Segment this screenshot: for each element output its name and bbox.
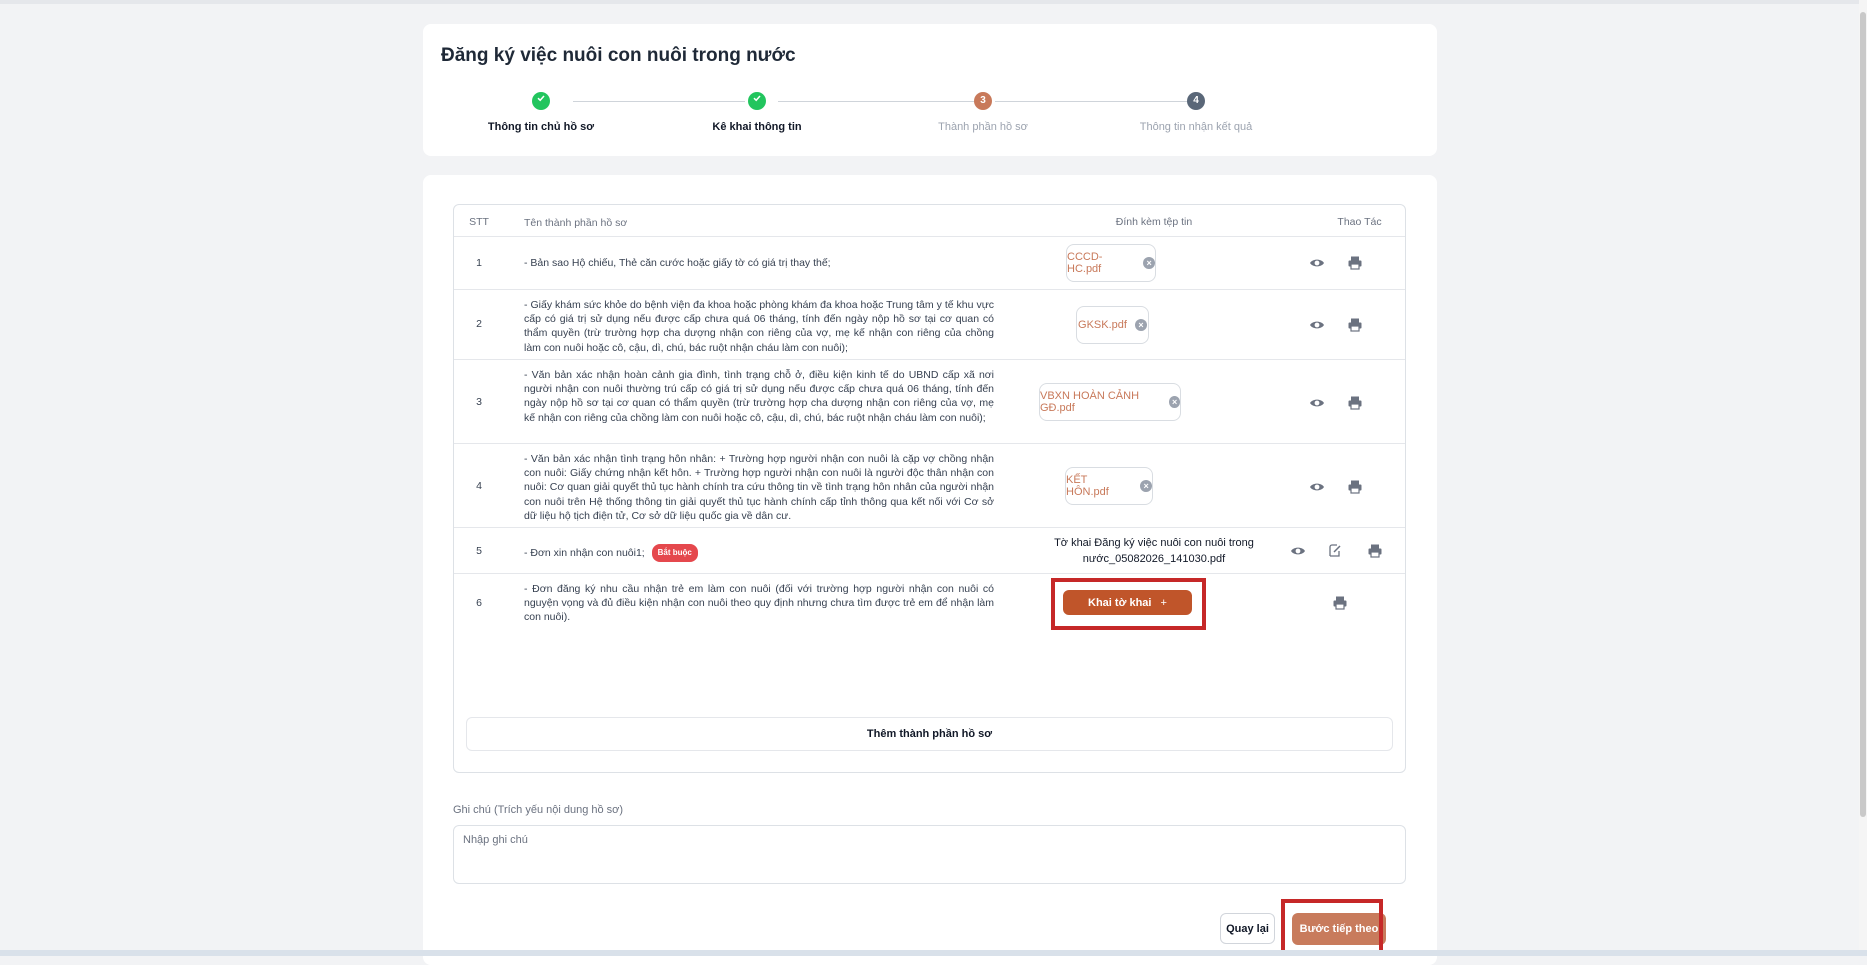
check-icon — [748, 92, 766, 110]
row-stt: 1 — [454, 257, 504, 269]
note-label: Ghi chú (Trích yếu nội dung hồ sơ) — [453, 804, 623, 816]
eye-icon[interactable] — [1309, 395, 1325, 411]
table-row: 5 - Đơn xin nhận con nuôi1; Bắt buộc Tờ … — [454, 528, 1405, 574]
table-row: 3 - Văn bản xác nhận hoàn cảnh gia đình,… — [454, 360, 1405, 444]
file-name: KẾT HÔN.pdf — [1066, 474, 1132, 498]
required-badge: Bắt buộc — [652, 544, 698, 562]
table-row: 4 - Văn bản xác nhận tình trạng hôn nhân… — [454, 444, 1405, 528]
back-button[interactable]: Quay lại — [1220, 913, 1275, 944]
eye-icon[interactable] — [1290, 543, 1306, 559]
top-edge — [0, 0, 1867, 4]
documents-card: STT Tên thành phần hồ sơ Đính kèm tệp ti… — [423, 175, 1437, 965]
step-3[interactable]: 3 Thành phần hồ sơ — [883, 92, 1083, 133]
row-name-text: - Đơn xin nhận con nuôi1; — [524, 547, 645, 559]
remove-file-icon[interactable]: × — [1143, 257, 1155, 269]
remove-file-icon[interactable]: × — [1135, 319, 1147, 331]
documents-table: STT Tên thành phần hồ sơ Đính kèm tệp ti… — [453, 204, 1406, 773]
row-stt: 2 — [454, 318, 504, 330]
stepper: Thông tin chủ hồ sơ Kê khai thông tin 3 … — [423, 92, 1437, 152]
scrollbar-thumb[interactable] — [1860, 12, 1866, 817]
row-stt: 4 — [454, 480, 504, 492]
table-row: 6 - Đơn đăng ký nhu cầu nhận trẻ em làm … — [454, 574, 1405, 633]
row-stt: 5 — [454, 545, 504, 557]
check-icon — [532, 92, 550, 110]
highlight-box — [1051, 578, 1206, 630]
add-component-button[interactable]: Thêm thành phần hồ sơ — [466, 717, 1393, 751]
remove-file-icon[interactable]: × — [1140, 480, 1152, 492]
step-1-label: Thông tin chủ hồ sơ — [441, 121, 641, 133]
header-stt: STT — [454, 216, 504, 228]
eye-icon[interactable] — [1309, 479, 1325, 495]
step-4-number: 4 — [1187, 92, 1205, 110]
step-3-label: Thành phần hồ sơ — [883, 121, 1083, 133]
row-name: - Đơn đăng ký nhu cầu nhận trẻ em làm co… — [524, 582, 994, 625]
print-icon[interactable] — [1347, 395, 1363, 411]
row-name: - Bản sao Hộ chiếu, Thẻ căn cước hoặc gi… — [524, 256, 994, 270]
file-name: GKSK.pdf — [1078, 319, 1127, 331]
step-2[interactable]: Kê khai thông tin — [657, 92, 857, 133]
bottom-edge — [0, 950, 1867, 956]
attached-file[interactable]: KẾT HÔN.pdf × — [1065, 467, 1153, 505]
row-name: - Đơn xin nhận con nuôi1; Bắt buộc — [524, 544, 994, 562]
row-stt: 3 — [454, 396, 504, 408]
header-card: Đăng ký việc nuôi con nuôi trong nước Th… — [423, 24, 1437, 156]
table-row: 2 - Giấy khám sức khỏe do bệnh viện đa k… — [454, 290, 1405, 360]
file-name: CCCD-HC.pdf — [1067, 251, 1135, 275]
attached-file[interactable]: CCCD-HC.pdf × — [1066, 244, 1156, 282]
step-1[interactable]: Thông tin chủ hồ sơ — [441, 92, 641, 133]
print-icon[interactable] — [1332, 595, 1348, 611]
attached-file[interactable]: VBXN HOÀN CẢNH GĐ.pdf × — [1039, 383, 1181, 421]
edit-icon[interactable] — [1327, 543, 1343, 559]
file-name: VBXN HOÀN CẢNH GĐ.pdf — [1040, 390, 1161, 414]
remove-file-icon[interactable]: × — [1169, 396, 1180, 408]
print-icon[interactable] — [1347, 255, 1363, 271]
step-2-label: Kê khai thông tin — [657, 121, 857, 133]
note-input[interactable] — [453, 825, 1406, 884]
row-name: - Văn bản xác nhận tình trạng hôn nhân: … — [524, 452, 994, 523]
header-attach: Đính kèm tệp tin — [994, 216, 1314, 228]
page-title: Đăng ký việc nuôi con nuôi trong nước — [441, 45, 796, 67]
row-name: - Văn bản xác nhận hoàn cảnh gia đình, t… — [524, 368, 994, 425]
eye-icon[interactable] — [1309, 317, 1325, 333]
attached-file[interactable]: GKSK.pdf × — [1076, 306, 1149, 344]
print-icon[interactable] — [1367, 543, 1383, 559]
step-3-number: 3 — [974, 92, 992, 110]
step-4[interactable]: 4 Thông tin nhận kết quả — [1096, 92, 1296, 133]
header-actions: Thao Tác — [1314, 216, 1405, 228]
header-name: Tên thành phần hồ sơ — [524, 216, 994, 230]
highlight-box — [1281, 899, 1383, 955]
scrollbar-track[interactable] — [1859, 0, 1867, 956]
step-4-label: Thông tin nhận kết quả — [1096, 121, 1296, 133]
generated-file-name[interactable]: Tờ khai Đăng ký việc nuôi con nuôi trong… — [994, 535, 1314, 567]
row-name: - Giấy khám sức khỏe do bệnh viện đa kho… — [524, 298, 994, 355]
table-header: STT Tên thành phần hồ sơ Đính kèm tệp ti… — [454, 205, 1405, 237]
row-stt: 6 — [454, 597, 504, 609]
eye-icon[interactable] — [1309, 255, 1325, 271]
print-icon[interactable] — [1347, 317, 1363, 333]
table-row: 1 - Bản sao Hộ chiếu, Thẻ căn cước hoặc … — [454, 237, 1405, 290]
print-icon[interactable] — [1347, 479, 1363, 495]
